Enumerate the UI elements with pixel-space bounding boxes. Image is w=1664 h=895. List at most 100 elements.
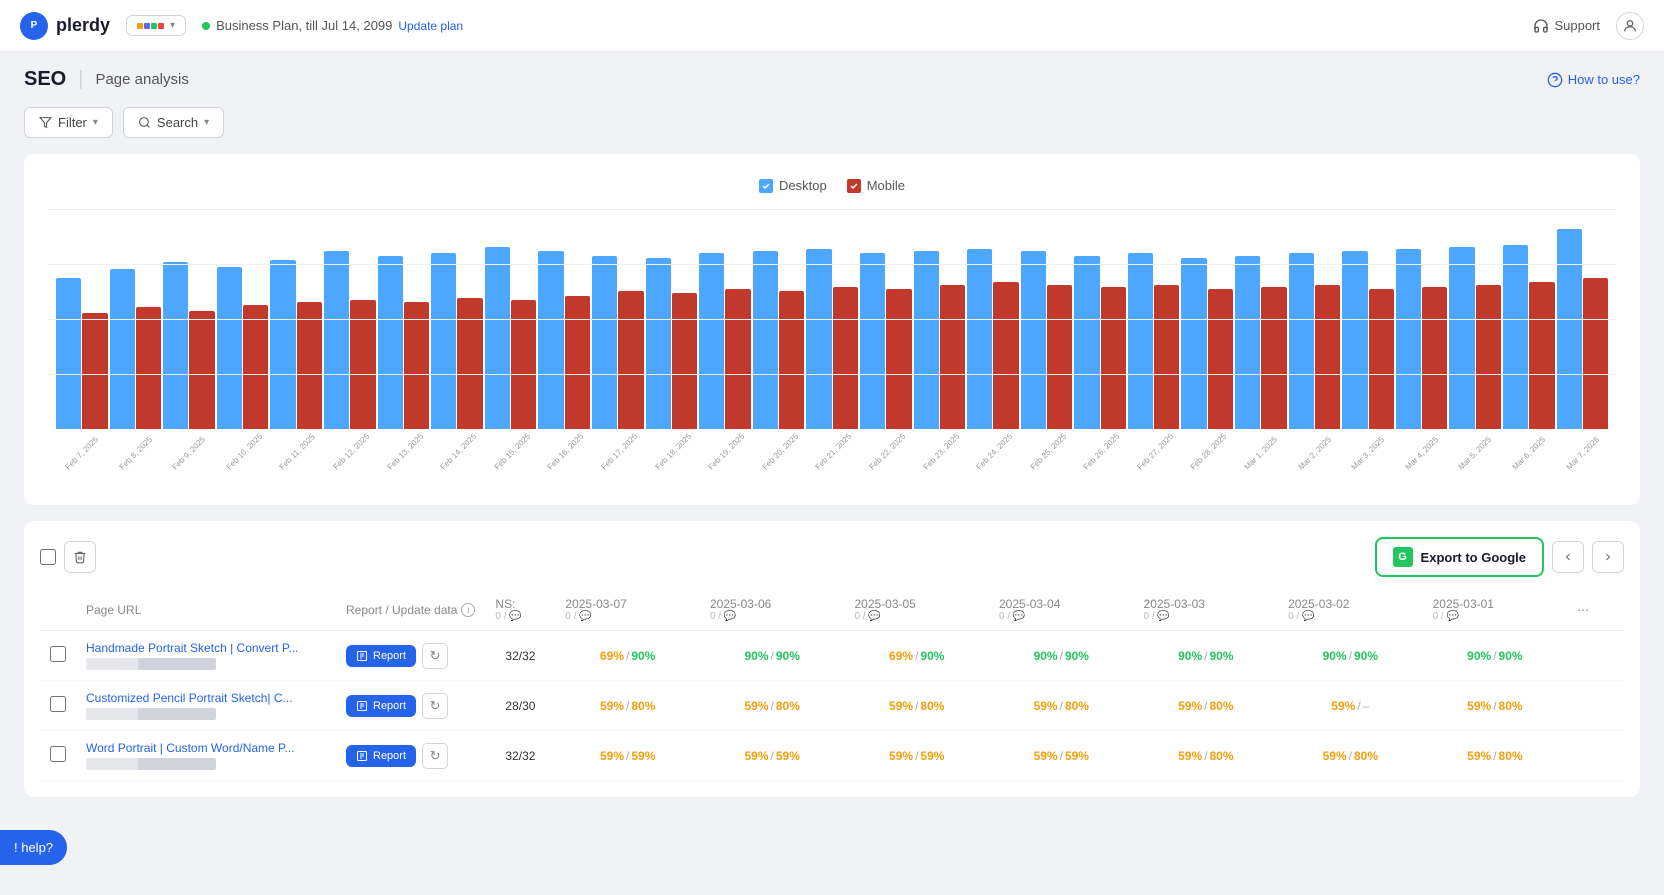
report-info-icon[interactable]: i xyxy=(461,603,475,617)
update-plan-link[interactable]: Update plan xyxy=(398,19,463,33)
cell-ns-2: 32/32 xyxy=(485,731,555,781)
score-sep-1-1: / xyxy=(771,699,774,713)
cell-score-0-1: 90% / 90% xyxy=(700,631,845,681)
plan-dot-4 xyxy=(158,23,164,29)
th-ns: NS: 0 / 💬 xyxy=(485,589,555,631)
url-link-1[interactable]: Customized Pencil Portrait Sketch| C... xyxy=(86,691,326,705)
score-b-0-0: 90% xyxy=(631,649,655,663)
th-page-url-label: Page URL xyxy=(86,603,141,617)
score-a-2-6: 59% xyxy=(1467,749,1491,763)
url-link-2[interactable]: Word Portrait | Custom Word/Name P... xyxy=(86,741,326,755)
refresh-button-0[interactable]: ↻ xyxy=(422,643,448,669)
chart-legend: Desktop Mobile xyxy=(48,178,1616,193)
cell-more-0 xyxy=(1567,631,1624,681)
date-4-sub: 0 / 💬 xyxy=(1144,611,1269,622)
score-a-0-1: 90% xyxy=(745,649,769,663)
legend-mobile: Mobile xyxy=(847,178,905,193)
score-a-2-4: 59% xyxy=(1178,749,1202,763)
legend-mobile-label: Mobile xyxy=(867,178,905,193)
row-checkbox-1[interactable] xyxy=(50,696,66,712)
th-date-5: 2025-03-02 0 / 💬 xyxy=(1278,589,1423,631)
date-5-sub: 0 / 💬 xyxy=(1288,611,1413,622)
cell-score-1-5: 59% / – xyxy=(1278,681,1423,731)
how-to-use-link[interactable]: How to use? xyxy=(1547,72,1640,88)
desktop-checkbox[interactable] xyxy=(759,179,773,193)
report-button-0[interactable]: Report xyxy=(346,645,416,667)
th-date-1: 2025-03-06 0 / 💬 xyxy=(700,589,845,631)
cell-score-2-6: 59% / 80% xyxy=(1423,731,1568,781)
th-date-6: 2025-03-01 0 / 💬 xyxy=(1423,589,1568,631)
row-checkbox-2[interactable] xyxy=(50,746,66,762)
th-ns-sub: 0 / 💬 xyxy=(495,611,545,622)
cell-score-0-0: 69% / 90% xyxy=(555,631,700,681)
report-button-1[interactable]: Report xyxy=(346,695,416,717)
cell-score-1-4: 59% / 80% xyxy=(1134,681,1279,731)
score-b-1-3: 80% xyxy=(1065,699,1089,713)
score-sep-0-4: / xyxy=(1204,649,1207,663)
refresh-button-2[interactable]: ↻ xyxy=(422,743,448,769)
legend-desktop: Desktop xyxy=(759,178,827,193)
score-b-2-5: 80% xyxy=(1354,749,1378,763)
cell-score-2-1: 59% / 59% xyxy=(700,731,845,781)
table-row: Handmade Portrait Sketch | Convert P... R… xyxy=(40,631,1624,681)
th-report-container: Report / Update data i xyxy=(346,603,475,617)
score-a-0-6: 90% xyxy=(1467,649,1491,663)
table-header-left xyxy=(40,541,96,573)
cell-score-2-5: 59% / 80% xyxy=(1278,731,1423,781)
filter-chevron: ▾ xyxy=(93,117,98,128)
plan-color-dots xyxy=(137,23,164,29)
date-1-label: 2025-03-06 xyxy=(710,597,835,611)
score-sep-0-0: / xyxy=(626,649,629,663)
delete-button[interactable] xyxy=(64,541,96,573)
cell-score-2-4: 59% / 80% xyxy=(1134,731,1279,781)
filter-button[interactable]: Filter ▾ xyxy=(24,107,113,138)
score-b-2-0: 59% xyxy=(631,749,655,763)
select-all-checkbox[interactable] xyxy=(40,549,56,565)
score-a-0-0: 69% xyxy=(600,649,624,663)
user-avatar[interactable] xyxy=(1616,12,1644,40)
logo: P plerdy xyxy=(20,12,110,40)
next-page-button[interactable] xyxy=(1592,541,1624,573)
report-button-2[interactable]: Report xyxy=(346,745,416,767)
help-label: ! help? xyxy=(14,840,53,855)
chart-grid xyxy=(48,209,1616,429)
table-header-row: Page URL Report / Update data i NS: 0 / … xyxy=(40,589,1624,631)
refresh-button-1[interactable]: ↻ xyxy=(422,693,448,719)
score-sep-2-4: / xyxy=(1204,749,1207,763)
cell-report-1: Report ↻ xyxy=(336,681,485,731)
score-b-0-5: 90% xyxy=(1354,649,1378,663)
url-link-0[interactable]: Handmade Portrait Sketch | Convert P... xyxy=(86,641,326,655)
plan-selector[interactable]: ▾ xyxy=(126,15,186,36)
th-date-2: 2025-03-05 0 / 💬 xyxy=(844,589,989,631)
help-bubble[interactable]: ! help? xyxy=(0,830,67,865)
export-google-button[interactable]: G Export to Google xyxy=(1375,537,1544,577)
plan-info: Business Plan, till Jul 14, 2099 Update … xyxy=(202,18,463,33)
row-checkbox-0[interactable] xyxy=(50,646,66,662)
plan-dot-1 xyxy=(137,23,143,29)
score-sep-1-0: / xyxy=(626,699,629,713)
score-b-1-1: 80% xyxy=(776,699,800,713)
cell-ns-0: 32/32 xyxy=(485,631,555,681)
score-a-2-0: 59% xyxy=(600,749,624,763)
score-a-2-5: 59% xyxy=(1323,749,1347,763)
date-2-sub: 0 / 💬 xyxy=(854,611,979,622)
score-sep-1-6: / xyxy=(1493,699,1496,713)
search-label: Search xyxy=(157,115,198,130)
trash-icon xyxy=(73,550,87,564)
search-button[interactable]: Search ▾ xyxy=(123,107,224,138)
cell-score-2-2: 59% / 59% xyxy=(844,731,989,781)
cell-score-1-0: 59% / 80% xyxy=(555,681,700,731)
date-6-label: 2025-03-01 xyxy=(1433,597,1558,611)
cell-score-0-3: 90% / 90% xyxy=(989,631,1134,681)
prev-page-button[interactable] xyxy=(1552,541,1584,573)
date-5-label: 2025-03-02 xyxy=(1288,597,1413,611)
score-a-2-3: 59% xyxy=(1034,749,1058,763)
score-a-0-4: 90% xyxy=(1178,649,1202,663)
mobile-checkbox[interactable] xyxy=(847,179,861,193)
search-chevron: ▾ xyxy=(204,117,209,128)
url-thumb-0 xyxy=(86,658,216,670)
separator: | xyxy=(78,68,83,91)
page-analysis-title: Page analysis xyxy=(95,71,188,88)
score-a-0-2: 69% xyxy=(889,649,913,663)
support-button[interactable]: Support xyxy=(1533,18,1600,34)
